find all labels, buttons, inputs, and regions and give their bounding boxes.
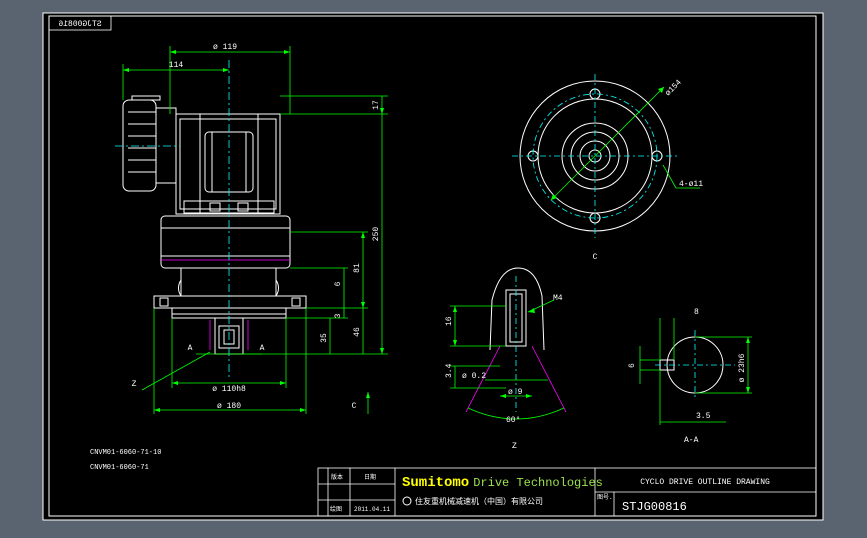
dim-114: 114 — [169, 61, 184, 70]
detail-dim-34: 3.4 — [445, 363, 454, 378]
detail-dia-02: ø 0.2 — [462, 372, 486, 381]
flange-view-label: C — [593, 253, 598, 262]
dim-6: 6 — [334, 281, 343, 286]
tb-label-version: 版本 — [331, 473, 343, 481]
detail-label: Z — [512, 442, 517, 451]
dim-dia-top: ø 119 — [213, 43, 237, 52]
section-a-left: A — [188, 344, 193, 353]
detail-dia-9: ø 9 — [508, 388, 523, 397]
dim-dia-180: ø 180 — [217, 402, 241, 411]
dim-17: 17 — [372, 100, 381, 110]
tb-label-drawing: 绘图 — [330, 505, 342, 513]
model-code-2: CNVM01-6060-71 — [90, 464, 149, 472]
corner-tag: STJG00816 — [58, 20, 101, 29]
view-c-ref: C — [352, 402, 357, 411]
dim-250: 250 — [372, 227, 381, 242]
model-code-1: CNVM01-6060-71-10 — [90, 449, 161, 457]
tb-label-date: 日期 — [364, 473, 376, 481]
detail-depth: 16 — [445, 316, 454, 326]
section-key-height: 6 — [628, 363, 637, 368]
dim-35: 35 — [320, 333, 329, 343]
dim-81: 81 — [353, 263, 362, 273]
flange-holes: 4-ø11 — [679, 180, 703, 189]
tb-label-no: 图号. — [597, 494, 613, 501]
section-a-right: A — [260, 344, 265, 353]
drawing-title: CYCLO DRIVE OUTLINE DRAWING — [640, 478, 770, 487]
section-offset: 3.5 — [696, 412, 711, 421]
section-shaft-dia: ø 23h6 — [738, 353, 747, 382]
detail-angle: 60° — [506, 416, 520, 425]
dim-dia-110: ø 110h8 — [212, 385, 246, 394]
tb-date-value: 2011.04.11 — [354, 506, 390, 513]
dim-3: 3 — [334, 313, 343, 318]
drawing-number: STJG00816 — [622, 500, 687, 514]
dim-46: 46 — [353, 327, 362, 337]
detail-thread: M4 — [553, 294, 563, 303]
brand-primary: Sumitomo Drive Technologies — [402, 475, 603, 491]
company-line: 住友重机械减速机（中国）有限公司 — [415, 496, 543, 507]
drawing-sheet — [43, 13, 823, 520]
section-key-width: 8 — [694, 308, 699, 317]
section-label: A-A — [684, 436, 699, 445]
detail-z-ref: Z — [132, 380, 137, 389]
cad-viewport[interactable]: STJG00816 ø 119 114 17 250 81 6 3 35 46 … — [0, 0, 867, 533]
drawing-canvas[interactable]: STJG00816 ø 119 114 17 250 81 6 3 35 46 … — [0, 0, 867, 533]
